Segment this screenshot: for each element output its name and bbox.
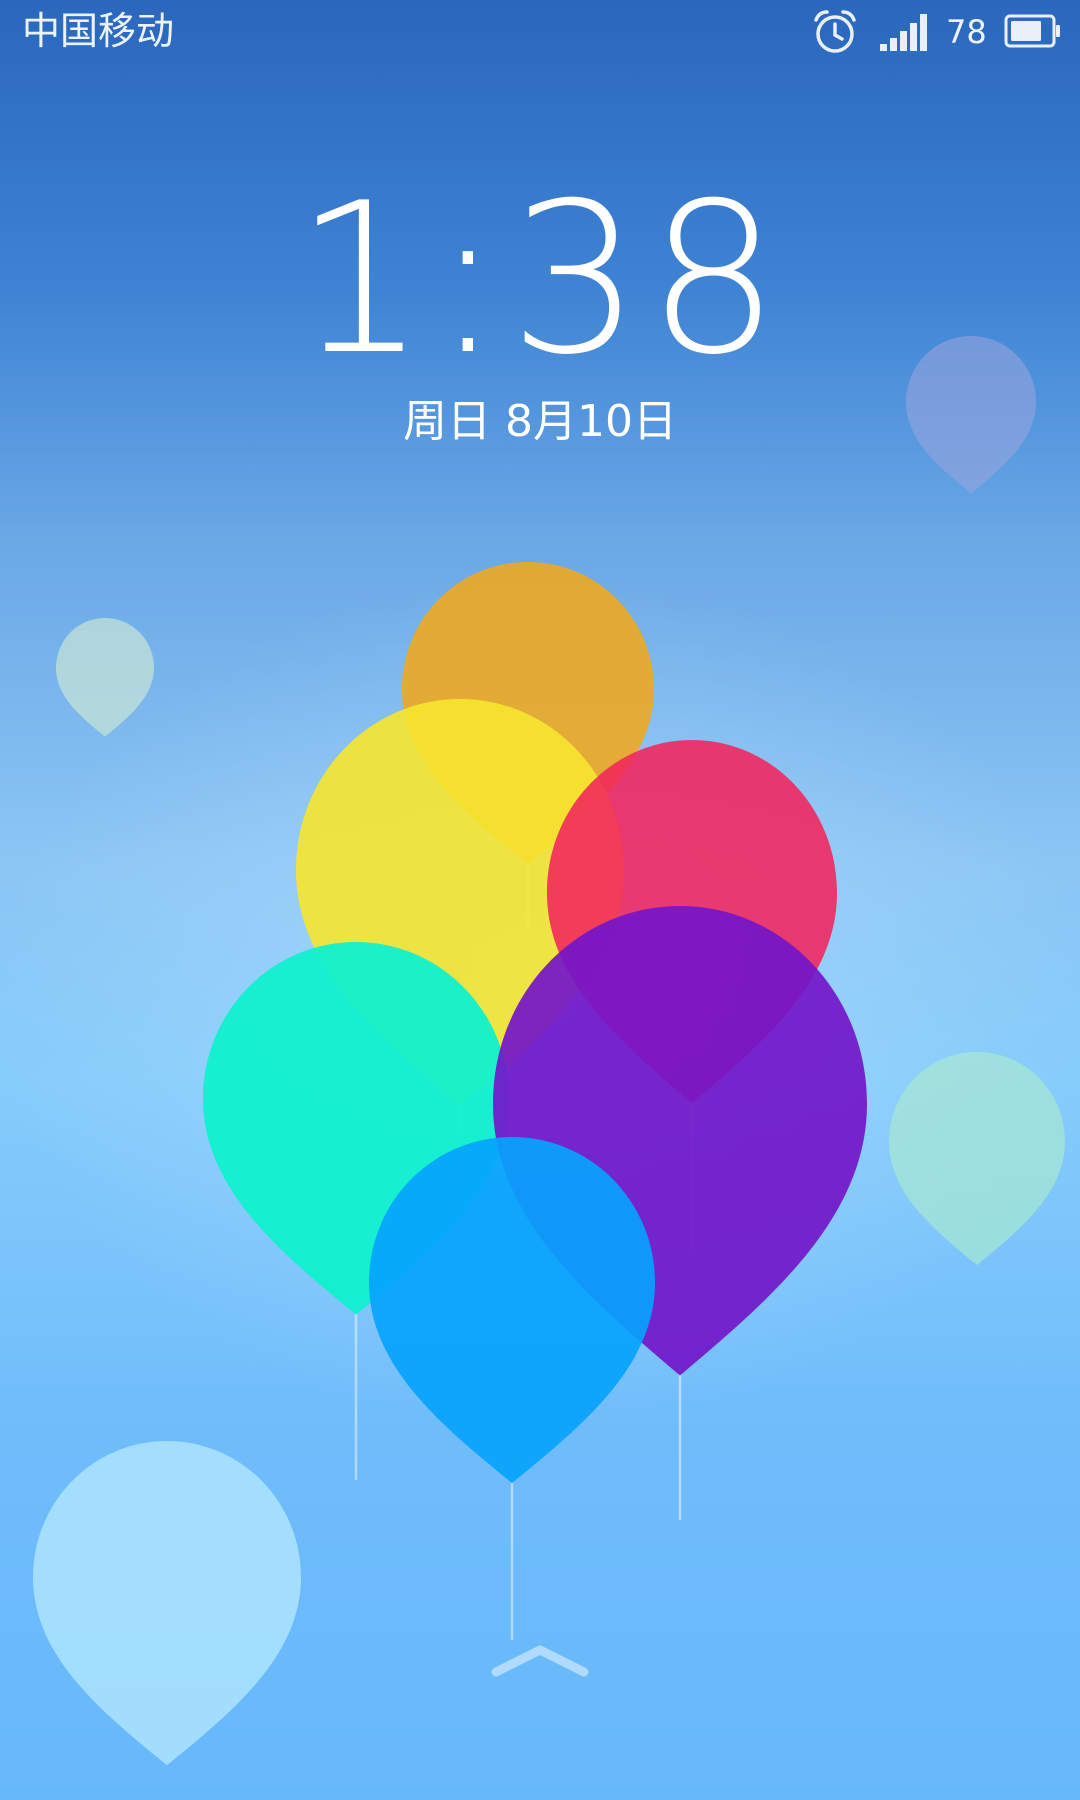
status-bar: 中国移动 78 <box>0 0 1080 64</box>
lock-screen: 中国移动 78 1:38 周日 8月10日 <box>0 0 1080 1800</box>
alarm-clock-icon <box>814 10 856 53</box>
background-balloon <box>56 618 154 737</box>
background-balloon <box>889 1052 1065 1265</box>
battery-level: 78 <box>946 13 987 51</box>
chevron-up-icon[interactable] <box>488 1640 592 1680</box>
battery-icon <box>1004 14 1060 48</box>
lock-screen-date: 周日 8月10日 <box>403 396 677 447</box>
carrier-name: 中国移动 <box>22 9 175 53</box>
lock-screen-clock: 1:38 <box>294 159 786 401</box>
signal-strength-icon <box>880 14 927 51</box>
blue-balloon <box>369 1137 655 1484</box>
background-balloon <box>33 1441 301 1766</box>
